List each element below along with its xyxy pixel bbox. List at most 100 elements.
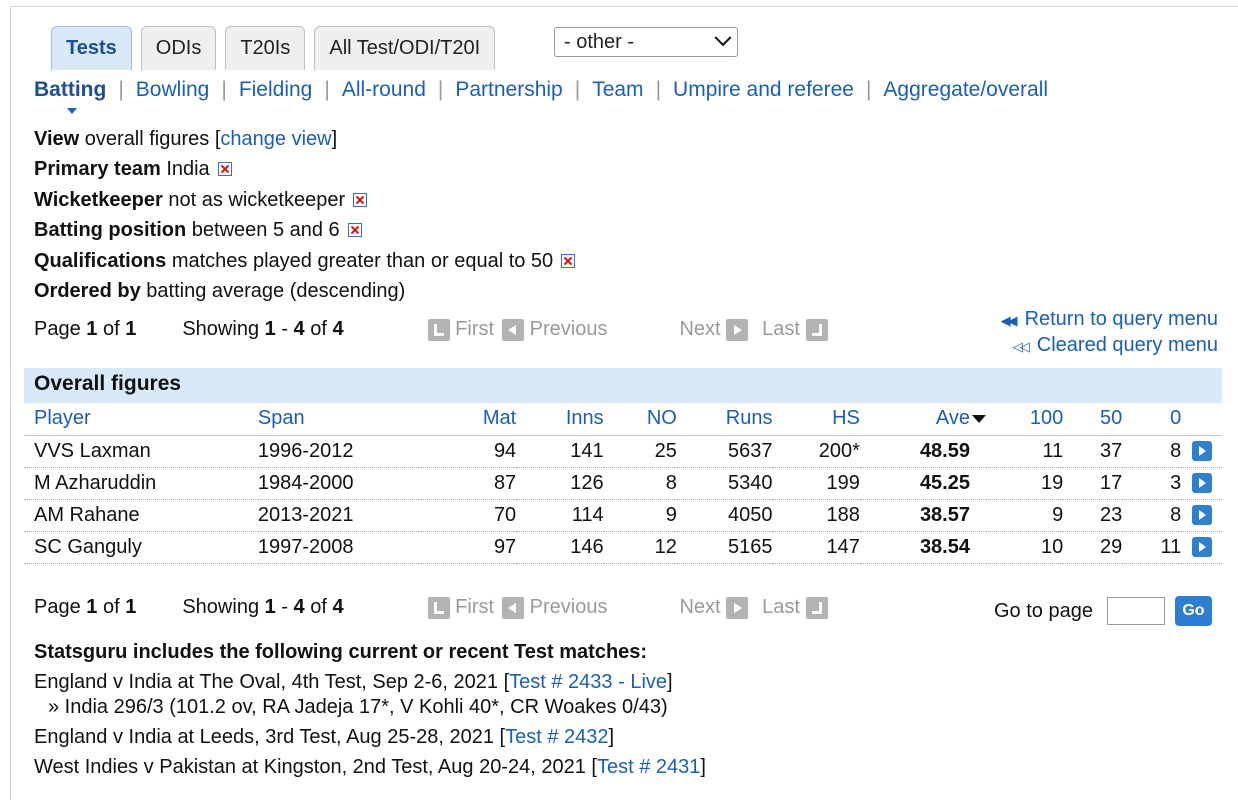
rewind-icon: ◁◁ (1012, 339, 1030, 354)
col-ave-label: Ave (935, 407, 970, 430)
last-page-icon (805, 596, 828, 619)
previous-page-button[interactable]: Previous (502, 596, 607, 619)
col-span[interactable]: Span (257, 403, 421, 436)
match-text: West Indies v Pakistan at Kingston, 2nd … (34, 756, 597, 778)
previous-page-button[interactable]: Previous (502, 318, 607, 341)
return-query-row: ◀◀ Return to query menu (1001, 307, 1218, 333)
next-page-button[interactable]: Next (679, 318, 749, 341)
cell-0: 8 (1122, 499, 1182, 532)
table-row: M Azharuddin 1984-2000 87 126 8 5340 199… (24, 467, 1222, 500)
pager-num: 4 (332, 318, 344, 340)
batting-table: Player Span Mat Inns NO Runs HS Ave 100 … (24, 403, 1222, 564)
match-link[interactable]: Test # 2433 - Live (509, 671, 667, 693)
cell-span: 1997-2008 (257, 531, 421, 564)
nav-separator: | (118, 78, 124, 101)
remove-filter-icon[interactable] (347, 223, 362, 238)
col-50[interactable]: 50 (1063, 403, 1123, 436)
tab-tests[interactable]: Tests (51, 26, 132, 70)
cell-action (1181, 467, 1222, 500)
cell-no: 9 (603, 499, 677, 532)
nav-partnership[interactable]: Partnership (455, 78, 562, 102)
tab-all-formats[interactable]: All Test/ODI/T20I (314, 26, 496, 70)
cell-hs: 188 (772, 499, 860, 532)
col-0[interactable]: 0 (1122, 403, 1182, 436)
select-value: - other - (564, 30, 635, 53)
match-link[interactable]: Test # 2431 (597, 756, 700, 778)
col-player[interactable]: Player (24, 403, 258, 436)
first-page-button[interactable]: First (427, 318, 494, 341)
recent-match-item: West Indies v Pakistan at Kingston, 2nd … (34, 755, 706, 780)
last-page-button[interactable]: Last (762, 318, 828, 341)
player-details-arrow-icon[interactable] (1191, 505, 1212, 526)
pager-label: Next (679, 318, 721, 340)
bracket: ] (331, 128, 338, 150)
nav-team[interactable]: Team (592, 78, 643, 102)
pager-num: 1 (125, 596, 137, 618)
nav-umpire-referee[interactable]: Umpire and referee (673, 78, 854, 102)
page-number-input[interactable] (1106, 597, 1165, 625)
tab-label: T20Is (240, 37, 291, 59)
next-page-button[interactable]: Next (679, 596, 749, 619)
nav-aggregate[interactable]: Aggregate/overall (883, 78, 1048, 102)
match-link[interactable]: Test # 2432 (505, 726, 608, 748)
tab-odis[interactable]: ODIs (140, 26, 217, 70)
col-mat[interactable]: Mat (420, 403, 517, 436)
return-query-link[interactable]: Return to query menu (1025, 308, 1218, 330)
cell-0: 11 (1122, 531, 1182, 564)
cleared-query-link[interactable]: Cleared query menu (1037, 334, 1218, 356)
filter-label: Qualifications (34, 249, 167, 272)
filter-wicketkeeper: Wicketkeeper not as wicketkeeper (34, 185, 575, 215)
filter-view: View overall figures [change view] (34, 124, 575, 154)
col-no[interactable]: NO (603, 403, 677, 436)
filter-value: not as wicketkeeper (168, 188, 346, 211)
overall-figures-header: Overall figures (24, 368, 1222, 403)
player-details-arrow-icon[interactable] (1191, 473, 1212, 494)
pager-label: Next (679, 596, 721, 618)
first-page-icon (427, 318, 450, 341)
icon-part (508, 602, 517, 613)
cell-ave: 38.54 (859, 531, 986, 564)
recent-matches-title: Statsguru includes the following current… (34, 641, 648, 663)
col-ave[interactable]: Ave (859, 403, 986, 436)
player-details-arrow-icon[interactable] (1191, 537, 1212, 558)
nav-batting[interactable]: Batting (34, 78, 106, 114)
other-format-select[interactable]: - other - (554, 27, 738, 57)
cell-span: 1996-2012 (257, 435, 421, 468)
last-page-button[interactable]: Last (762, 596, 828, 619)
cell-50: 29 (1063, 531, 1123, 564)
filter-label: Ordered by (34, 280, 141, 303)
go-button[interactable]: Go (1174, 596, 1212, 626)
cell-runs: 4050 (676, 499, 773, 532)
cell-no: 25 (603, 435, 677, 468)
filter-value: overall figures [ (84, 128, 221, 150)
cleared-query-row: ◁◁ Cleared query menu (1001, 333, 1218, 359)
showing-indicator: Showing 1 - 4 of 4 (182, 318, 343, 341)
next-page-icon (726, 596, 749, 619)
filter-value: batting average (descending) (146, 280, 406, 303)
player-details-arrow-icon[interactable] (1191, 441, 1212, 462)
col-100[interactable]: 100 (986, 403, 1064, 436)
first-page-button[interactable]: First (427, 596, 494, 619)
cell-mat: 87 (420, 467, 517, 500)
tab-t20is[interactable]: T20Is (225, 26, 306, 70)
tab-label: All Test/ODI/T20I (329, 37, 481, 59)
change-view-link[interactable]: change view (220, 128, 331, 150)
col-inns[interactable]: Inns (516, 403, 604, 436)
nav-fielding[interactable]: Fielding (239, 78, 313, 102)
nav-bowling[interactable]: Bowling (136, 78, 210, 102)
first-page-icon (427, 596, 450, 619)
cell-mat: 94 (420, 435, 517, 468)
cell-mat: 70 (420, 499, 517, 532)
col-runs[interactable]: Runs (676, 403, 773, 436)
pager-num: 1 (86, 596, 98, 618)
icon-part (811, 601, 822, 614)
remove-filter-icon[interactable] (353, 192, 368, 207)
nav-all-round[interactable]: All-round (342, 78, 426, 102)
remove-filter-icon[interactable] (561, 253, 576, 268)
col-hs[interactable]: HS (772, 403, 860, 436)
icon-part (508, 324, 517, 335)
filter-batting-position: Batting position between 5 and 6 (34, 215, 575, 245)
cell-action (1181, 435, 1222, 468)
pager-text: of (310, 596, 327, 618)
remove-filter-icon[interactable] (217, 162, 232, 177)
